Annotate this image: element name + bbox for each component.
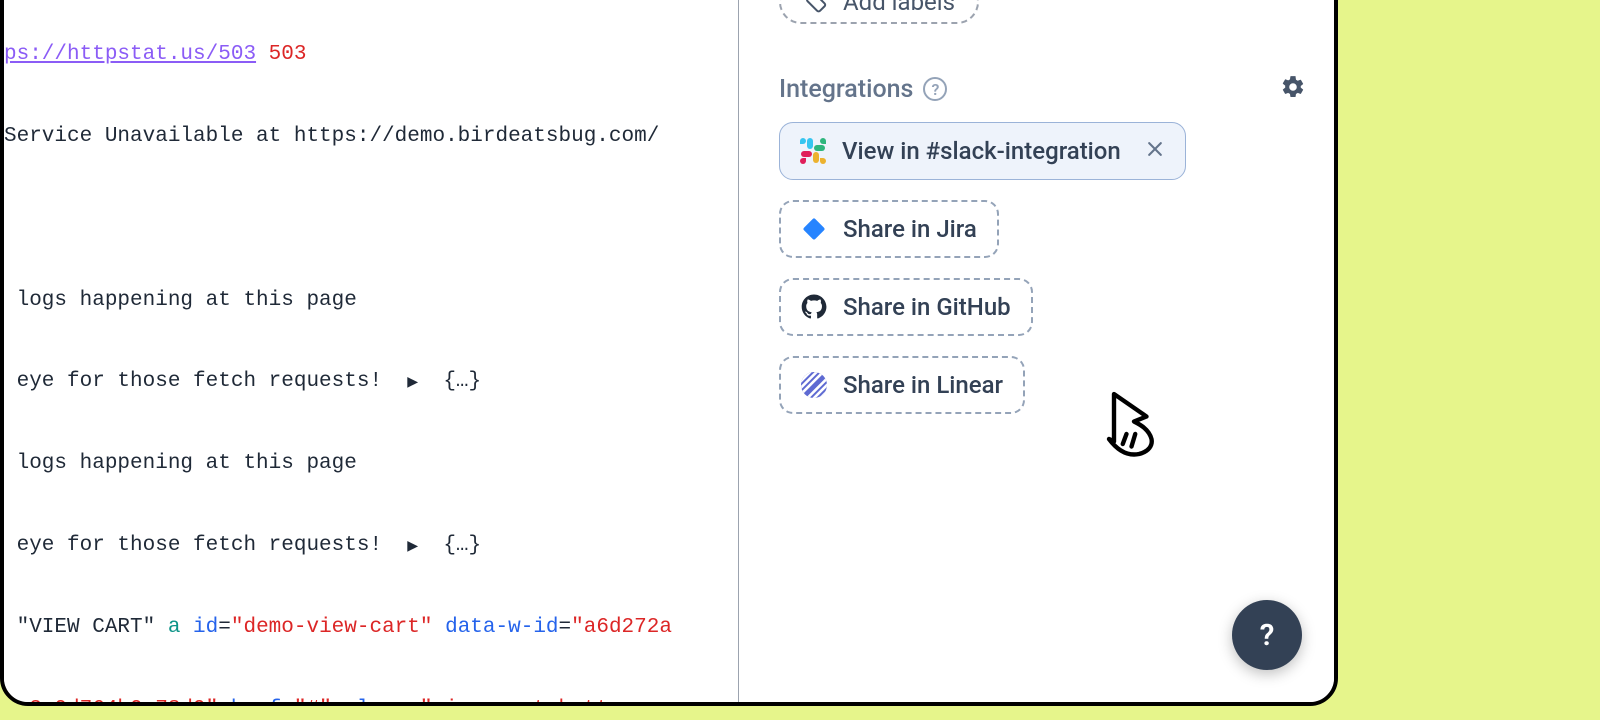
- slack-icon: [800, 138, 826, 164]
- app-window: ps://httpstat.us/503 503 Service Unavail…: [0, 0, 1338, 706]
- help-icon[interactable]: ?: [923, 77, 947, 101]
- details-sidebar: Add labels Integrations ? View in #slack…: [739, 0, 1334, 702]
- console-attr: id: [180, 616, 218, 639]
- integration-list: View in #slack-integration Share in Jira…: [779, 122, 1306, 414]
- console-attr: class: [332, 698, 408, 702]
- integrations-title: Integrations: [779, 75, 913, 104]
- expand-arrow-icon[interactable]: ▶: [407, 366, 418, 401]
- expand-arrow-icon[interactable]: ▶: [407, 530, 418, 565]
- console-text: eye for those fetch requests!: [4, 534, 407, 557]
- console-text: eye for those fetch requests!: [4, 370, 407, 393]
- console-text: logs happening at this page: [4, 444, 738, 485]
- github-chip[interactable]: Share in GitHub: [779, 278, 1033, 336]
- console-attr: data-w-id: [433, 616, 559, 639]
- github-icon: [801, 294, 827, 320]
- pointer-cursor-icon: [1089, 384, 1169, 464]
- console-text: Service Unavailable at https://demo.bird…: [4, 117, 738, 158]
- console-string: 4e3-0d764b0c78d9": [4, 698, 218, 702]
- console-status: 503: [256, 43, 306, 66]
- slack-chip-label: View in #slack-integration: [842, 137, 1121, 165]
- console-attr: href: [218, 698, 281, 702]
- linear-chip-label: Share in Linear: [843, 371, 1003, 399]
- console-string: "demo-view-cart": [231, 616, 433, 639]
- close-icon[interactable]: [1145, 137, 1165, 165]
- console-text: logs happening at this page: [4, 281, 738, 322]
- console-string: "view-cart-button w-: [420, 698, 672, 702]
- console-object[interactable]: {…}: [418, 534, 481, 557]
- add-labels-text: Add labels: [843, 0, 955, 16]
- linear-chip[interactable]: Share in Linear: [779, 356, 1025, 414]
- help-fab-button[interactable]: ?: [1232, 600, 1302, 670]
- add-labels-button[interactable]: Add labels: [779, 0, 979, 24]
- jira-icon: [801, 216, 827, 242]
- tag-icon: [803, 0, 829, 15]
- console-object[interactable]: {…}: [418, 370, 481, 393]
- console-string: "#": [294, 698, 332, 702]
- console-text: "VIEW CART": [4, 616, 168, 639]
- jira-chip[interactable]: Share in Jira: [779, 200, 999, 258]
- console-tag: a: [168, 616, 181, 639]
- github-chip-label: Share in GitHub: [843, 293, 1011, 321]
- slack-chip[interactable]: View in #slack-integration: [779, 122, 1186, 180]
- help-fab-label: ?: [1260, 618, 1275, 653]
- console-url: ps://httpstat.us/503: [4, 43, 256, 66]
- console-string: "a6d272a: [571, 616, 672, 639]
- jira-chip-label: Share in Jira: [843, 215, 977, 243]
- integrations-header: Integrations ?: [779, 74, 1306, 104]
- linear-icon: [801, 372, 827, 398]
- console-pane: ps://httpstat.us/503 503 Service Unavail…: [4, 0, 739, 702]
- gear-icon[interactable]: [1280, 74, 1306, 104]
